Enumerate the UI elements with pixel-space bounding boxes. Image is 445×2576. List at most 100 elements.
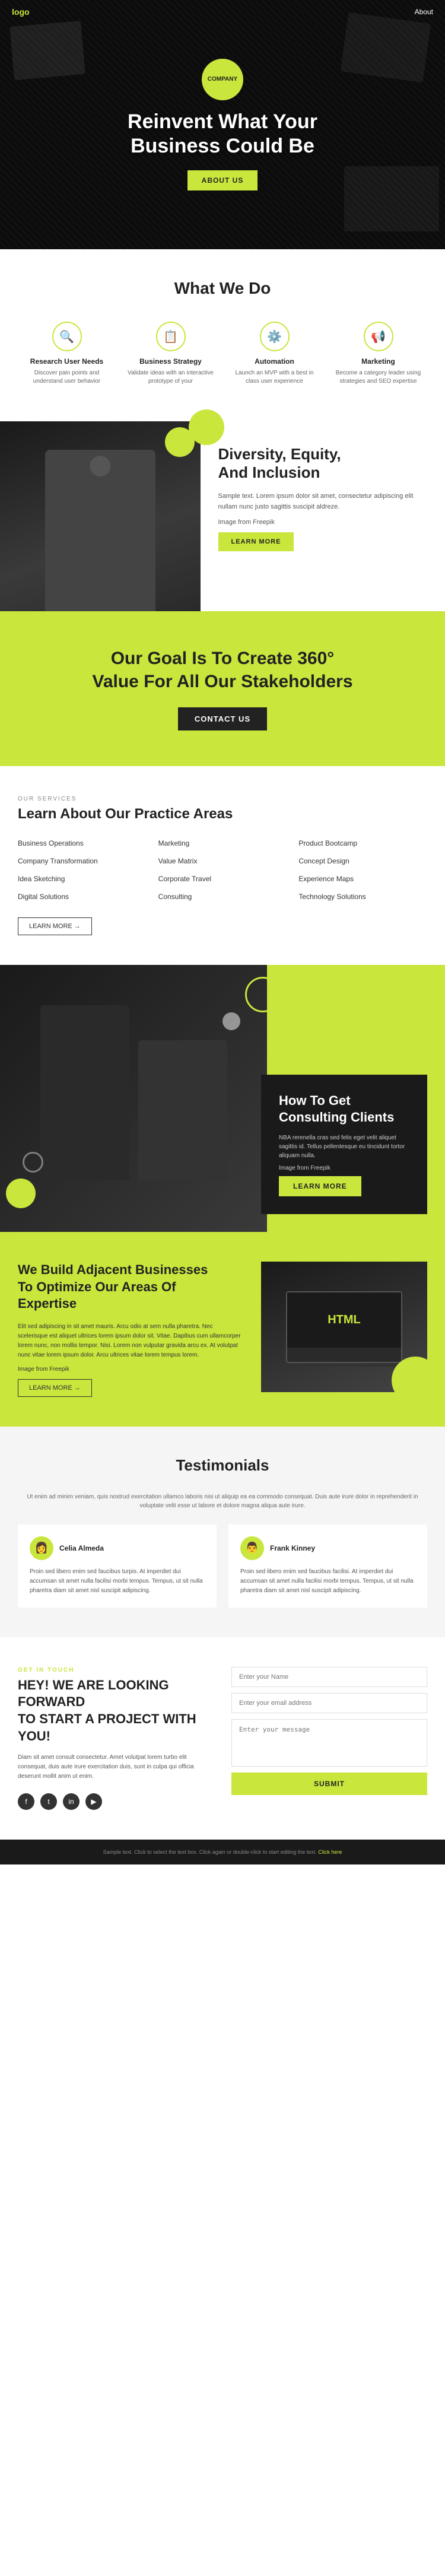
testimonials-title: Testimonials (18, 1456, 427, 1475)
contact-label: GET IN TOUCH (18, 1667, 214, 1673)
dei-image (0, 421, 201, 611)
service-desc-automation: Launch an MVP with a best in class user … (231, 369, 317, 386)
consulting-card: How To Get Consulting Clients NBA rerene… (261, 1075, 427, 1214)
testimonial-avatar-1: 👨 (240, 1536, 264, 1560)
consulting-image (0, 965, 267, 1232)
practice-tech-solutions[interactable]: Technology Solutions (298, 890, 427, 903)
dei-credit: Image from Freepik (218, 517, 428, 528)
service-item-strategy: 📋 Business Strategy Validate ideas with … (122, 316, 220, 392)
practice-company-transform[interactable]: Company Transformation (18, 855, 147, 868)
dei-content: Diversity, Equity, And Inclusion Sample … (201, 421, 445, 611)
contact-name-input[interactable] (231, 1667, 427, 1687)
facebook-icon[interactable]: f (18, 1793, 34, 1810)
contact-title: HEY! WE ARE LOOKING FORWARD TO START A P… (18, 1677, 214, 1745)
practice-idea-sketching[interactable]: Idea Sketching (18, 872, 147, 885)
practice-consulting[interactable]: Consulting (158, 890, 287, 903)
adjacent-learn-more-button[interactable]: LEARN MORE → (18, 1379, 92, 1397)
practice-concept-design[interactable]: Concept Design (298, 855, 427, 868)
about-link[interactable]: About (415, 8, 433, 16)
contact-email-input[interactable] (231, 1693, 427, 1713)
adjacent-image: HTML (261, 1262, 427, 1392)
hero-title: Reinvent What Your Business Could Be (128, 110, 317, 158)
company-badge: COMPANY (202, 59, 243, 100)
practice-product-bootcamp[interactable]: Product Bootcamp (298, 837, 427, 850)
value-360-section: Our Goal Is To Create 360° Value For All… (0, 611, 445, 766)
practice-business-ops[interactable]: Business Operations (18, 837, 147, 850)
adjacent-content: We Build Adjacent Businesses To Optimize… (18, 1262, 243, 1397)
service-item-marketing: 📢 Marketing Become a category leader usi… (329, 316, 427, 392)
testimonials-grid: 👩 Celia Almeda Proin sed libero enim sed… (18, 1524, 427, 1608)
testimonial-avatar-0: 👩 (30, 1536, 53, 1560)
footer-link[interactable]: Click here (318, 1849, 342, 1855)
testimonial-name-1: Frank Kinney (270, 1544, 315, 1552)
service-title-strategy: Business Strategy (128, 357, 214, 366)
service-desc-strategy: Validate ideas with an interactive proto… (128, 369, 214, 386)
practice-experience-maps[interactable]: Experience Maps (298, 872, 427, 885)
practice-areas-title: Learn About Our Practice Areas (18, 806, 427, 822)
practice-marketing[interactable]: Marketing (158, 837, 287, 850)
adjacent-body1: Elit sed adipiscing in sit amet mauris. … (18, 1322, 243, 1360)
service-title-marketing: Marketing (335, 357, 421, 366)
consulting-body: NBA rerenella cras sed felis eget velit … (279, 1133, 409, 1160)
dei-section: Diversity, Equity, And Inclusion Sample … (0, 421, 445, 611)
hero-content: COMPANY Reinvent What Your Business Coul… (128, 59, 317, 190)
linkedin-icon[interactable]: in (63, 1793, 80, 1810)
testimonial-author-1: 👨 Frank Kinney (240, 1536, 415, 1560)
what-we-do-title: What We Do (18, 279, 427, 298)
value-360-title: Our Goal Is To Create 360° Value For All… (18, 647, 427, 693)
service-title-automation: Automation (231, 357, 317, 366)
navigation: logo About (0, 0, 445, 24)
consulting-section: How To Get Consulting Clients NBA rerene… (0, 965, 445, 1232)
testimonials-section: Testimonials Ut enim ad minim veniam, qu… (0, 1427, 445, 1637)
about-us-button[interactable]: ABOUT US (187, 170, 258, 190)
research-icon: 🔍 (52, 322, 82, 351)
practice-corporate-travel[interactable]: Corporate Travel (158, 872, 287, 885)
social-icons: f t in ▶ (18, 1793, 214, 1810)
logo: logo (12, 7, 30, 17)
service-title-research: Research User Needs (24, 357, 110, 366)
consulting-title: How To Get Consulting Clients (279, 1092, 409, 1126)
contact-body: Diam sit amet consult consectetur. Amet … (18, 1753, 214, 1781)
service-desc-research: Discover pain points and understand user… (24, 369, 110, 386)
dei-title: Diversity, Equity, And Inclusion (218, 445, 428, 482)
testimonial-card-0: 👩 Celia Almeda Proin sed libero enim sed… (18, 1524, 217, 1608)
practice-digital-solutions[interactable]: Digital Solutions (18, 890, 147, 903)
strategy-icon: 📋 (156, 322, 186, 351)
dei-circle-decoration (189, 409, 224, 445)
testimonial-text-0: Proin sed libero enim sed faucibus turpi… (30, 1567, 205, 1596)
testimonial-card-1: 👨 Frank Kinney Proin sed libero enim sed… (228, 1524, 427, 1608)
practice-areas-label: OUR SERVICES (18, 796, 427, 802)
services-grid: 🔍 Research User Needs Discover pain poin… (18, 316, 427, 392)
testimonials-intro: Ut enim ad minim veniam, quis nostrud ex… (18, 1492, 427, 1510)
footer: Sample text. Click to select the text bo… (0, 1840, 445, 1864)
consulting-learn-more-button[interactable]: LEARN MORE (279, 1176, 361, 1196)
contact-form: SUBMIT (231, 1667, 427, 1810)
adjacent-credit: Image from Freepik (18, 1365, 243, 1374)
testimonial-text-1: Proin sed libero enim sed faucibus facil… (240, 1567, 415, 1596)
what-we-do-section: What We Do 🔍 Research User Needs Discove… (0, 249, 445, 421)
practice-grid: Business Operations Marketing Product Bo… (18, 837, 427, 903)
dei-body: Sample text. Lorem ipsum dolor sit amet,… (218, 491, 428, 512)
contact-left: GET IN TOUCH HEY! WE ARE LOOKING FORWARD… (18, 1667, 214, 1810)
practice-areas-section: OUR SERVICES Learn About Our Practice Ar… (0, 766, 445, 965)
adjacent-section: We Build Adjacent Businesses To Optimize… (0, 1232, 445, 1427)
footer-text: Sample text. Click to select the text bo… (103, 1849, 317, 1855)
contact-section: GET IN TOUCH HEY! WE ARE LOOKING FORWARD… (0, 1637, 445, 1840)
service-desc-marketing: Become a category leader using strategie… (335, 369, 421, 386)
consulting-credit: Image from Freepik (279, 1164, 409, 1173)
contact-message-input[interactable] (231, 1719, 427, 1767)
testimonial-name-0: Celia Almeda (59, 1544, 104, 1552)
contact-submit-button[interactable]: SUBMIT (231, 1773, 427, 1795)
practice-value-matrix[interactable]: Value Matrix (158, 855, 287, 868)
contact-us-button[interactable]: CONTACT US (178, 707, 267, 730)
youtube-icon[interactable]: ▶ (85, 1793, 102, 1810)
hero-section: logo About COMPANY Reinvent What Your Bu… (0, 0, 445, 249)
automation-icon: ⚙️ (260, 322, 290, 351)
dei-learn-more-button[interactable]: LEARN MORE (218, 532, 294, 551)
service-item-automation: ⚙️ Automation Launch an MVP with a best … (225, 316, 323, 392)
practice-learn-more-button[interactable]: LEARN MORE → (18, 917, 92, 935)
service-item-research: 🔍 Research User Needs Discover pain poin… (18, 316, 116, 392)
marketing-icon: 📢 (364, 322, 393, 351)
testimonial-author-0: 👩 Celia Almeda (30, 1536, 205, 1560)
twitter-icon[interactable]: t (40, 1793, 57, 1810)
